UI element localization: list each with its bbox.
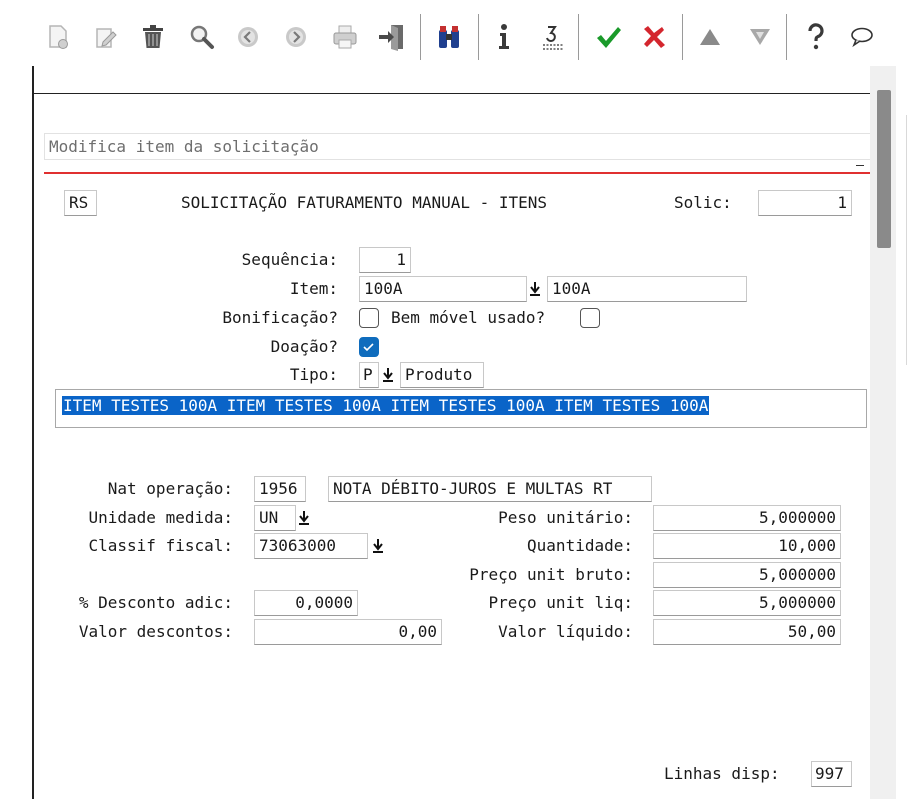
- previous-icon[interactable]: [230, 17, 266, 57]
- tipo-dropdown-icon[interactable]: [381, 364, 395, 386]
- sequencia-label: Sequência:: [241, 250, 338, 269]
- checkmark-icon: [363, 343, 374, 352]
- nat-operacao-desc: NOTA DÉBITO-JUROS E MULTAS RT: [328, 476, 652, 502]
- solic-field[interactable]: 1: [758, 190, 852, 216]
- solic-label: Solic:: [674, 193, 732, 212]
- unidade-dropdown-icon[interactable]: [297, 507, 311, 529]
- nat-operacao-label: Nat operação:: [107, 479, 233, 498]
- doacao-checkbox[interactable]: [359, 337, 379, 357]
- desconto-field[interactable]: 0,0000: [254, 590, 358, 616]
- new-record-icon[interactable]: [40, 17, 76, 57]
- toolbar-separator: [478, 14, 479, 60]
- classif-field[interactable]: 73063000: [254, 533, 368, 559]
- window-top-border: [34, 93, 870, 94]
- nat-operacao-field[interactable]: 1956: [254, 476, 306, 502]
- item-label: Item:: [289, 279, 338, 298]
- print-icon[interactable]: [327, 17, 363, 57]
- help-question-icon[interactable]: [798, 17, 834, 57]
- toolbar-separator: [786, 14, 787, 60]
- toolbar-separator: [682, 14, 683, 60]
- binoculars-icon[interactable]: [431, 17, 467, 57]
- valor-descontos-label: Valor descontos:: [78, 622, 233, 641]
- program-title: SOLICITAÇÃO FATURAMENTO MANUAL - ITENS: [181, 193, 548, 212]
- down-arrow-icon[interactable]: [742, 17, 778, 57]
- info-icon[interactable]: [486, 17, 522, 57]
- valor-descontos-field[interactable]: 0,00: [254, 619, 442, 645]
- doacao-label: Doação?: [270, 337, 338, 356]
- item-code-field[interactable]: 100A: [359, 276, 527, 302]
- toolbar-separator: [420, 14, 421, 60]
- scrollbar-thumb[interactable]: [877, 90, 891, 248]
- preco-liq-label: Preço unit liq:: [488, 593, 634, 612]
- tipo-field[interactable]: P: [359, 362, 379, 388]
- preco-bruto-label: Preço unit bruto:: [469, 565, 633, 584]
- cancel-x-icon[interactable]: [636, 17, 672, 57]
- desconto-label: % Desconto adic:: [78, 593, 233, 612]
- unidade-field[interactable]: UN: [254, 505, 296, 531]
- next-icon[interactable]: [278, 17, 314, 57]
- unidade-label: Unidade medida:: [88, 508, 234, 527]
- sequencia-field[interactable]: 1: [359, 247, 411, 273]
- toolbar: [0, 0, 910, 66]
- window-left-border: [32, 66, 34, 799]
- program-code: RS: [64, 190, 97, 216]
- comment-bubble-icon[interactable]: [844, 17, 880, 57]
- mode-subtitle: Modifica item da solicitação: [49, 137, 319, 156]
- quantidade-label: Quantidade:: [527, 536, 633, 555]
- classif-label: Classif fiscal:: [88, 536, 234, 555]
- preco-liq-field[interactable]: 5,000000: [653, 590, 841, 616]
- edit-icon[interactable]: [88, 17, 124, 57]
- header-divider: [44, 172, 870, 174]
- exit-door-icon[interactable]: [374, 17, 410, 57]
- item-code2-field[interactable]: 100A: [547, 276, 747, 302]
- bem-movel-checkbox[interactable]: [580, 308, 600, 328]
- valor-liquido-field[interactable]: 50,00: [653, 619, 841, 645]
- trash-icon[interactable]: [135, 17, 171, 57]
- tipo-desc-field: Produto: [400, 362, 484, 388]
- valor-liquido-label: Valor líquido:: [498, 622, 633, 641]
- peso-label: Peso unitário:: [498, 508, 633, 527]
- bem-movel-label: Bem móvel usado?: [391, 308, 546, 327]
- panel-edge: [906, 115, 907, 365]
- search-icon[interactable]: [184, 17, 220, 57]
- linhas-label: Linhas disp:: [664, 764, 780, 783]
- tipo-label: Tipo:: [289, 365, 338, 384]
- bonificacao-checkbox[interactable]: [359, 308, 379, 328]
- bonificacao-label: Bonificação?: [222, 308, 338, 327]
- divider-marker: [856, 165, 864, 166]
- linhas-field: 997: [811, 761, 852, 787]
- confirm-check-icon[interactable]: [590, 17, 626, 57]
- quantidade-field[interactable]: 10,000: [653, 533, 841, 559]
- mode-bar: Modifica item da solicitação: [44, 133, 870, 160]
- up-arrow-icon[interactable]: [692, 17, 728, 57]
- preco-bruto-field[interactable]: 5,000000: [653, 562, 841, 588]
- list-icon[interactable]: [534, 17, 570, 57]
- item-dropdown-icon[interactable]: [528, 278, 542, 300]
- classif-dropdown-icon[interactable]: [371, 535, 385, 557]
- toolbar-separator: [578, 14, 579, 60]
- item-description-text: ITEM TESTES 100A ITEM TESTES 100A ITEM T…: [62, 396, 710, 415]
- peso-field[interactable]: 5,000000: [653, 505, 841, 531]
